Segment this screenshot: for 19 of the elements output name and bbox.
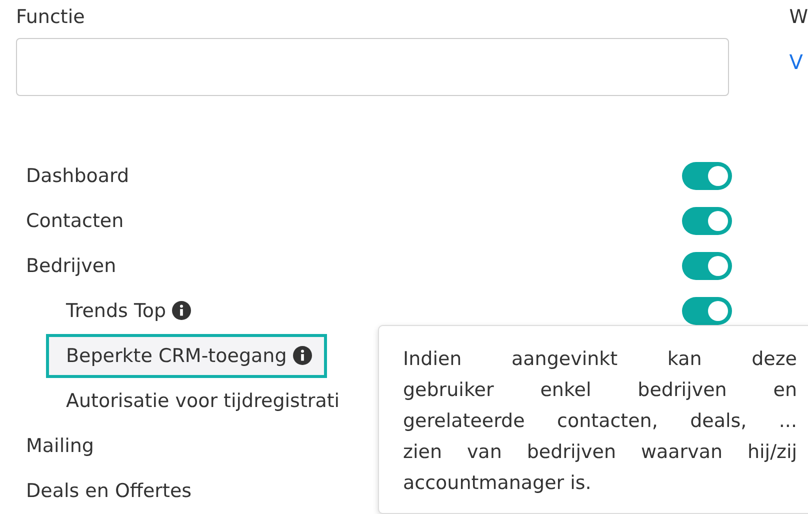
toggle-switch[interactable] bbox=[682, 252, 732, 280]
tooltip: Indien aangevinkt kan deze gebruiker enkel bedrijven en gerelateerde contacten, deals, ... zien van bedrijven waarvan hij/zij accountmanager is. bbox=[378, 325, 808, 514]
toggle-switch[interactable] bbox=[682, 162, 732, 190]
link[interactable]: V bbox=[789, 50, 803, 74]
permission-label: Trends Top bbox=[66, 300, 192, 322]
permission-label: Contacten bbox=[26, 210, 124, 232]
permission-label: Bedrijven bbox=[26, 254, 116, 276]
input-field[interactable] bbox=[16, 38, 730, 96]
permission-label: Beperkte CRM-toegang bbox=[46, 334, 327, 378]
field-label: Functie bbox=[16, 5, 85, 30]
info-icon[interactable] bbox=[292, 346, 312, 365]
toggle-switch[interactable] bbox=[682, 296, 732, 324]
permission-label: Mailing bbox=[26, 434, 94, 456]
permission-label: Dashboard bbox=[26, 164, 130, 186]
toggle-switch[interactable] bbox=[682, 206, 732, 234]
permission-label: Deals en Offertes bbox=[26, 480, 192, 502]
permission-label: Autorisatie voor tijdregistrati bbox=[66, 390, 340, 412]
info-icon[interactable] bbox=[172, 301, 192, 320]
field-label: W bbox=[789, 5, 808, 30]
